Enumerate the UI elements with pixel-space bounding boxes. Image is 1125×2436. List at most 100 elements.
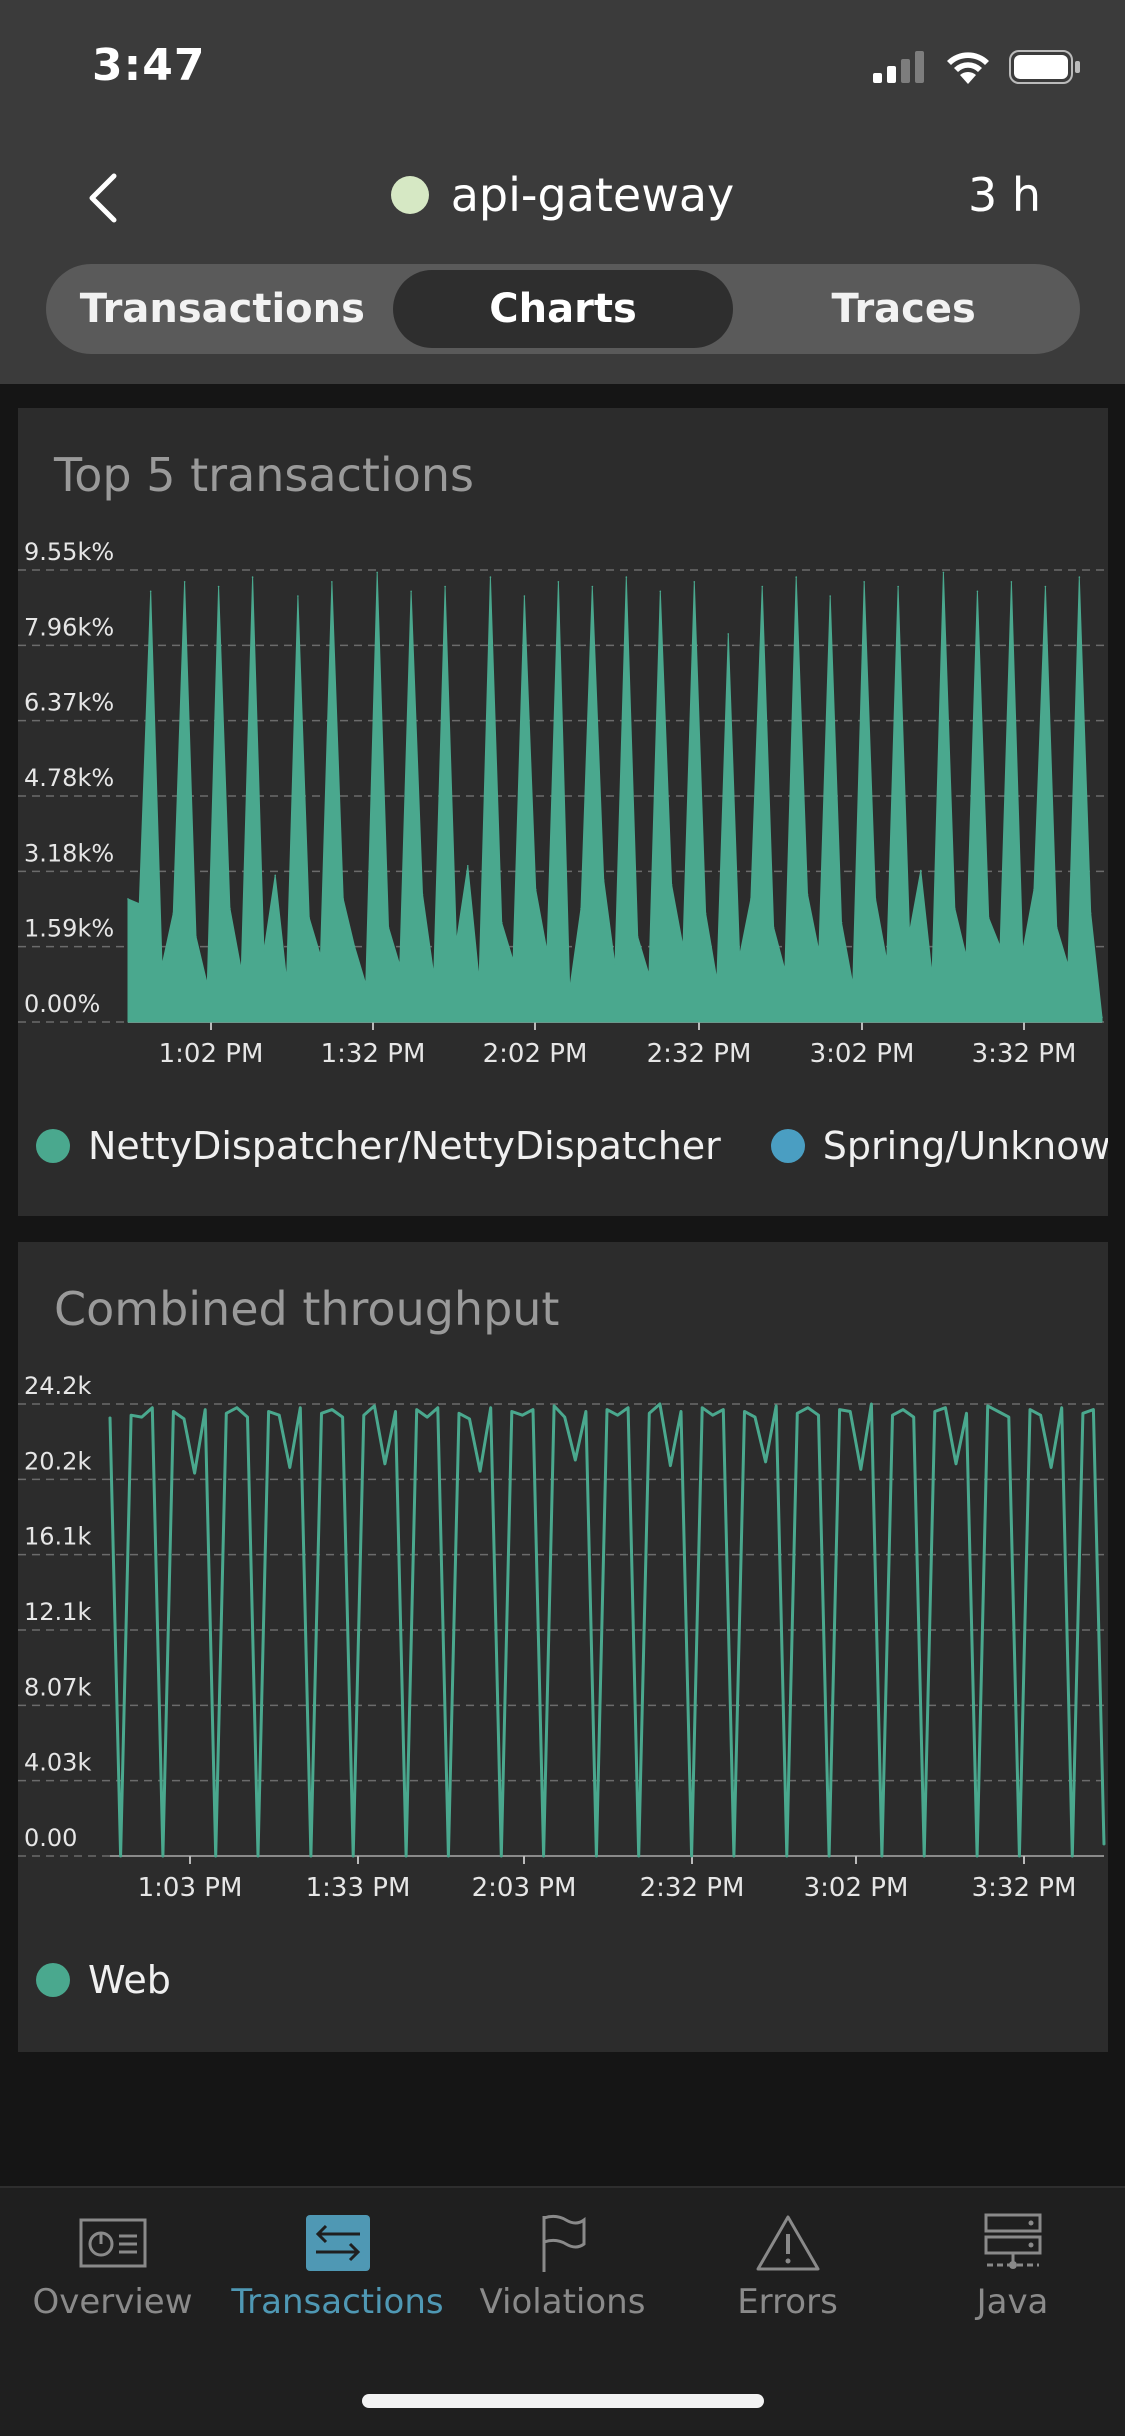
data-point [500, 921, 503, 924]
data-point [489, 576, 492, 578]
data-point [1018, 1855, 1021, 1857]
combined-throughput-card: Combined throughput 0.00 4.03k 8.07k 12.1k 1… [18, 1242, 1108, 2052]
data-point [796, 1412, 799, 1415]
tab-violations[interactable]: Violations [450, 2212, 675, 2322]
tab-errors[interactable]: Errors [675, 2212, 900, 2322]
legend-dot-green [36, 1963, 70, 1997]
data-point [616, 1414, 619, 1417]
data-point [447, 1855, 450, 1857]
data-point [331, 1408, 333, 1411]
data-point [881, 1855, 883, 1857]
data-point [784, 969, 786, 971]
app-name: api-gateway [450, 168, 735, 222]
cellular-signal-icon [873, 51, 924, 83]
data-point [478, 978, 480, 981]
data-point [426, 1416, 429, 1418]
segment-charts[interactable]: Charts [392, 270, 734, 348]
app-header: 3:47 api-gateway 3 h Transactions Charts… [0, 0, 1125, 384]
status-icons [873, 50, 1081, 84]
data-point [754, 1416, 756, 1418]
combined-throughput-chart: 0.00 4.03k 8.07k 12.1k 16.1k 20.2k 24.2k 1:03 P… [18, 1372, 1108, 1903]
data-point [229, 907, 231, 910]
data-point [384, 1462, 386, 1465]
data-point [733, 1855, 735, 1857]
health-status-dot [390, 176, 429, 214]
data-point [172, 912, 175, 914]
tab-overview[interactable]: Overview [0, 2212, 225, 2322]
y-tick-label: 6.37k% [24, 689, 114, 717]
tab-transactions[interactable]: Transactions [225, 2212, 450, 2322]
segment-traces[interactable]: Traces [733, 270, 1074, 348]
data-point [580, 907, 582, 910]
data-point [1071, 1855, 1074, 1857]
tab-java[interactable]: Java [900, 2212, 1125, 2322]
data-point [387, 926, 390, 929]
data-point [278, 1414, 280, 1417]
data-point [764, 1461, 767, 1463]
data-point [236, 1406, 238, 1409]
data-point [716, 978, 718, 981]
data-point [563, 1416, 566, 1418]
data-point [331, 581, 333, 583]
data-point [953, 907, 956, 910]
data-point [891, 1414, 894, 1417]
data-point [308, 917, 311, 919]
data-point [761, 585, 764, 588]
data-point [944, 1406, 947, 1409]
data-point [399, 964, 401, 967]
data-point [511, 1410, 513, 1413]
data-point [341, 1416, 344, 1418]
data-point [342, 898, 344, 900]
data-point [415, 1408, 418, 1411]
data-point [172, 1410, 175, 1413]
data-point [931, 973, 933, 976]
data-point [1103, 1843, 1105, 1846]
chart-legend: NettyDispatcher/NettyDispatcher Spring/U… [36, 1124, 1108, 1168]
data-point [246, 1416, 249, 1418]
data-point [542, 1855, 545, 1857]
data-point [828, 1855, 830, 1857]
data-point [1067, 964, 1069, 967]
data-point [795, 576, 798, 578]
data-point [151, 1406, 154, 1409]
data-point [999, 945, 1001, 948]
data-point [1092, 1408, 1095, 1411]
y-tick-label: 3.18k% [24, 839, 114, 867]
data-point [319, 954, 322, 957]
tab-label: Overview [32, 2282, 193, 2322]
data-point [274, 874, 277, 877]
data-point [955, 1462, 957, 1465]
data-point [965, 954, 967, 957]
data-point [373, 1405, 376, 1407]
data-point [637, 1855, 640, 1857]
tab-label: Java [976, 2282, 1049, 2322]
legend-label: NettyDispatcher/NettyDispatcher [88, 1124, 721, 1168]
data-point [585, 1410, 587, 1413]
data-point [1008, 1416, 1010, 1418]
data-point [919, 869, 922, 872]
app-title: api-gateway [0, 168, 1125, 222]
data-point [352, 1855, 355, 1857]
y-tick-label: 1.59k% [24, 915, 114, 943]
y-tick-label: 16.1k [24, 1523, 91, 1551]
data-point [1050, 1466, 1052, 1469]
data-point [670, 883, 673, 886]
x-tick-label: 1:02 PM [159, 1039, 264, 1069]
data-point [149, 590, 152, 593]
data-point [297, 595, 299, 597]
segment-transactions[interactable]: Transactions [52, 270, 393, 348]
time-range-button[interactable]: 3 h [968, 168, 1041, 222]
data-point [738, 954, 741, 957]
data-point [870, 1403, 873, 1405]
series-area [127, 572, 1103, 1023]
data-point [138, 902, 141, 905]
data-point [320, 1412, 323, 1415]
x-tick-label: 3:32 PM [972, 1039, 1077, 1069]
data-point [263, 950, 265, 952]
data-point [521, 1414, 524, 1417]
y-tick-label: 4.78k% [24, 764, 114, 792]
data-point [1029, 1408, 1031, 1411]
y-tick-label: 24.2k [24, 1372, 91, 1400]
data-point [362, 1414, 365, 1417]
y-tick-label: 9.55k% [24, 538, 114, 566]
